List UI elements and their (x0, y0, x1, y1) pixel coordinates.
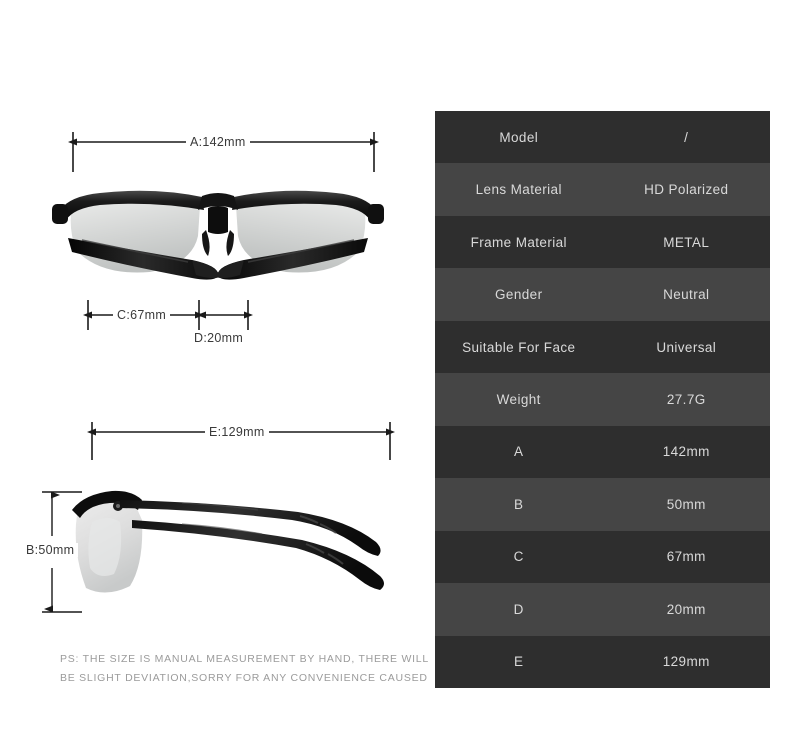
spec-value: 142mm (662, 444, 710, 460)
table-row: Frame Material METAL (435, 215, 770, 269)
table-row: Model / (435, 111, 770, 164)
table-row: Suitable For Face Universal (435, 320, 770, 374)
table-row: Weight 27.7G (435, 373, 770, 426)
specification-table: Model / Lens Material HD Polarized Frame… (435, 111, 770, 688)
dimension-label-c: C:67mm (113, 308, 171, 322)
table-row: Lens Material HD Polarized (435, 163, 770, 216)
dimension-label-a: A:142mm (186, 135, 250, 149)
disclaimer-line-1: PS: THE SIZE IS MANUAL MEASUREMENT BY HA… (60, 653, 429, 665)
spec-value: / (684, 129, 689, 145)
table-row: Gender Neutral (435, 268, 770, 321)
product-spec-sheet: A:142mm C:67mm D:20mm E:129mm B:50mm PS:… (0, 0, 800, 744)
spec-value: 67mm (666, 549, 706, 565)
spec-key: A (514, 444, 524, 460)
spec-value: METAL (663, 234, 710, 250)
spec-value: 27.7G (666, 391, 706, 407)
table-row: E 129mm (435, 635, 770, 688)
spec-value: Universal (656, 339, 717, 355)
spec-key: Weight (496, 391, 541, 407)
spec-value: 129mm (662, 654, 710, 670)
spec-key: B (514, 496, 524, 512)
dimension-label-e: E:129mm (205, 425, 269, 439)
spec-key: Frame Material (470, 234, 567, 250)
spec-value: Neutral (663, 287, 710, 303)
sunglasses-front-view (42, 176, 394, 292)
spec-key: Gender (495, 287, 543, 303)
spec-value: 20mm (666, 601, 706, 617)
spec-key: D (513, 601, 524, 617)
spec-key: E (514, 654, 524, 670)
table-row: D 20mm (435, 583, 770, 636)
measurement-disclaimer: PS: THE SIZE IS MANUAL MEASUREMENT BY HA… (60, 650, 429, 688)
sunglasses-side-view (62, 476, 402, 612)
dimension-label-d: D:20mm (190, 331, 248, 345)
spec-key: Lens Material (475, 182, 562, 198)
spec-key: C (513, 549, 524, 565)
table-row: B 50mm (435, 478, 770, 531)
table-row: A 142mm (435, 425, 770, 479)
spec-key: Model (499, 129, 539, 145)
disclaimer-line-2: BE SLIGHT DEVIATION,SORRY FOR ANY CONVEN… (60, 672, 428, 684)
spec-key: Suitable For Face (462, 339, 576, 355)
table-row: C 67mm (435, 530, 770, 584)
spec-value: 50mm (666, 496, 706, 512)
spec-value: HD Polarized (644, 182, 729, 198)
dimension-label-b: B:50mm (22, 543, 79, 557)
